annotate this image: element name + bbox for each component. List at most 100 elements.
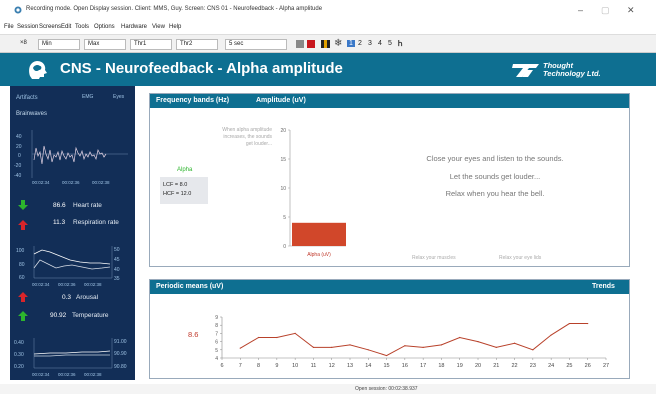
periodic-mean-point xyxy=(312,346,315,348)
screen-2-button[interactable]: 2 xyxy=(358,40,362,47)
periodic-mean-series-line xyxy=(240,323,588,357)
line-xtick-label: 14 xyxy=(365,363,371,369)
arousal-label: Arousal xyxy=(76,294,99,301)
arrow-up-icon xyxy=(18,292,28,302)
instruction-line-3: Relax when you hear the bell. xyxy=(445,189,545,198)
line-ytick-label: 8 xyxy=(215,323,218,329)
periodic-mean-point xyxy=(513,342,516,344)
tab-eyes[interactable]: Eyes xyxy=(113,94,124,100)
frequency-bands-header: Frequency bands (Hz) Amplitude (uV) xyxy=(150,94,629,108)
frequency-bands-title: Frequency bands (Hz) xyxy=(156,97,230,104)
timebase-select[interactable]: 5 sec xyxy=(225,39,287,50)
sidebar: Artifacts EMG Eyes Brainwaves 40 20 0 -2… xyxy=(10,86,135,380)
menu-file[interactable]: File xyxy=(4,24,14,30)
band-name: Alpha xyxy=(177,167,193,173)
bar-ytick-label: 5 xyxy=(283,215,286,221)
instruction-line-1: Close your eyes and listen to the sounds… xyxy=(426,154,564,163)
hcf-value: HCF = 12.0 xyxy=(163,191,192,197)
threshold1-select[interactable]: Thr1 xyxy=(130,39,172,50)
periodic-mean-point xyxy=(422,346,424,348)
settings-gear-icon[interactable]: ❄ xyxy=(334,38,342,49)
arousal-value: 0.3 xyxy=(62,294,72,301)
relax-eyelids-text: Relax your eye lids xyxy=(499,255,542,261)
screen-1-button[interactable]: 1 xyxy=(347,40,355,47)
hr-xtick: 00:02:38 xyxy=(84,282,102,287)
instruction-line-2: Let the sounds get louder... xyxy=(449,172,541,181)
periodic-mean-point xyxy=(440,344,443,346)
line-xtick-label: 10 xyxy=(292,363,298,369)
arrow-down-icon xyxy=(18,200,28,210)
threshold2-select[interactable]: Thr2 xyxy=(176,39,218,50)
max-select[interactable]: Max xyxy=(84,39,126,50)
line-xtick-label: 13 xyxy=(347,363,353,369)
hr-ytick: 60 xyxy=(19,275,25,281)
pause-icon[interactable] xyxy=(321,40,330,48)
periodic-mean-point xyxy=(495,346,497,348)
menu-tools[interactable]: Tools xyxy=(75,24,89,30)
app-icon xyxy=(14,6,22,14)
line-xtick-label: 24 xyxy=(548,363,554,369)
periodic-means-title: Periodic means (uV) xyxy=(156,283,224,290)
current-mean-value: 8.6 xyxy=(188,330,199,339)
eeg-ytick: 20 xyxy=(16,144,22,150)
menu-bar: File Session Screens Edit Tools Options … xyxy=(0,22,656,34)
tab-artifacts[interactable]: Artifacts xyxy=(16,95,38,101)
bar-category-label: Alpha (uV) xyxy=(307,252,331,258)
eeg-ytick: -40 xyxy=(14,173,21,179)
close-button[interactable]: ✕ xyxy=(627,5,635,16)
screen-4-button[interactable]: 4 xyxy=(378,40,382,47)
eeg-chart: 40 20 0 -20 -40 00:02:34 00:02:36 00:02:… xyxy=(14,130,128,185)
menu-edit[interactable]: Edit xyxy=(61,24,71,30)
maximize-button[interactable]: ▢ xyxy=(601,5,610,16)
menu-screens[interactable]: Screens xyxy=(39,24,61,30)
screen-5-button[interactable]: 5 xyxy=(388,40,392,47)
periodic-mean-point xyxy=(404,345,406,347)
arrow-up-icon xyxy=(18,220,28,230)
menu-hardware[interactable]: Hardware xyxy=(121,24,147,30)
periodic-means-line-chart: 4 5 6 7 8 9 6 7 8 9 10 11 12 13 14 15 16 17 18 19 20 21 22 23 24… xyxy=(215,315,609,369)
menu-options[interactable]: Options xyxy=(94,24,115,30)
temp-ytick: 91.00 xyxy=(114,339,127,345)
brand-name: Thought Technology Ltd. xyxy=(543,62,601,78)
periodic-mean-point xyxy=(331,346,333,348)
line-xtick-label: 7 xyxy=(239,363,242,369)
temp-xtick: 00:02:34 xyxy=(32,372,50,377)
periodic-mean-point xyxy=(385,354,388,357)
line-xtick-label: 20 xyxy=(475,363,481,369)
heart-rate-value: 86.6 xyxy=(53,202,66,209)
periodic-mean-point xyxy=(257,336,260,339)
heart-rate-line xyxy=(33,249,111,265)
periodic-mean-point xyxy=(239,347,241,349)
line-xtick-label: 8 xyxy=(257,363,260,369)
brain-head-icon xyxy=(29,61,47,79)
alpha-bar xyxy=(292,222,346,246)
status-bar: Open session: 00:02:38.937 xyxy=(0,384,656,394)
hr-ytick: 80 xyxy=(19,262,25,268)
gray-square-icon[interactable] xyxy=(296,40,304,48)
line-xtick-label: 19 xyxy=(457,363,463,369)
record-icon[interactable] xyxy=(307,40,315,48)
feedback-hint: When alpha amplitude increases, the soun… xyxy=(222,127,272,147)
minimize-button[interactable]: – xyxy=(578,5,583,15)
line-xtick-label: 25 xyxy=(566,363,572,369)
line-xtick-label: 15 xyxy=(384,363,390,369)
min-select[interactable]: Min xyxy=(38,39,80,50)
screen-edit-icon[interactable]: Ⴙ xyxy=(398,40,402,48)
eeg-xtick: 00:02:36 xyxy=(62,180,80,185)
resp-ytick: 50 xyxy=(114,247,120,253)
screen-title: CNS - Neurofeedback - Alpha amplitude xyxy=(60,60,343,77)
line-ytick-label: 9 xyxy=(215,315,218,321)
menu-session[interactable]: Session xyxy=(17,24,38,30)
screen-3-button[interactable]: 3 xyxy=(368,40,372,47)
line-ytick-label: 4 xyxy=(215,356,218,362)
respiration-line xyxy=(33,259,111,270)
temperature-value: 90.92 xyxy=(50,312,67,319)
eeg-xtick: 00:02:34 xyxy=(32,180,50,185)
title-bar: Recording mode. Open Display session. Cl… xyxy=(0,0,656,22)
trends-label[interactable]: Trends xyxy=(592,283,615,290)
alpha-amplitude-bar-chart: 0 5 10 15 20 Alpha (uV) xyxy=(280,128,346,258)
menu-view[interactable]: View xyxy=(152,24,165,30)
tab-emg[interactable]: EMG xyxy=(82,94,93,100)
periodic-mean-point xyxy=(276,336,278,339)
menu-help[interactable]: Help xyxy=(169,24,181,30)
